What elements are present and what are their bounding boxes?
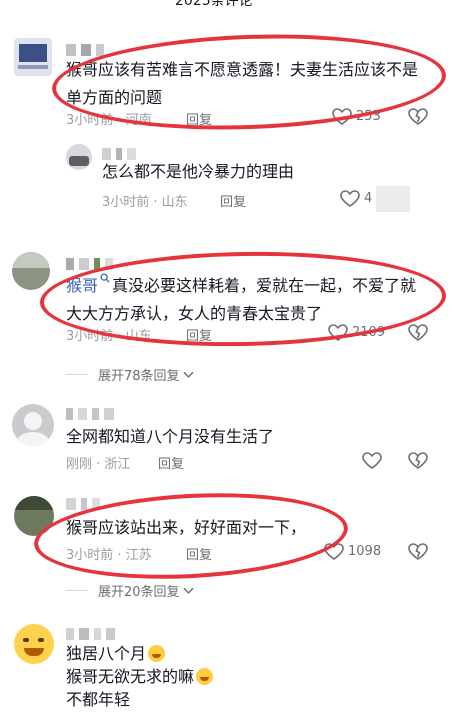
expand-divider: [66, 590, 88, 591]
avatar[interactable]: [12, 252, 50, 290]
comment-line: 独居八个月: [66, 644, 147, 663]
dislike-heart-icon[interactable]: [408, 324, 428, 342]
avatar[interactable]: [66, 144, 92, 170]
chevron-down-icon: [182, 371, 194, 378]
comment-meta: 刚刚 · 浙江: [66, 457, 131, 472]
highlight-ellipse: [50, 28, 448, 136]
header-title-fragment: 2025条评论: [175, 0, 253, 9]
dislike-heart-icon[interactable]: [408, 543, 428, 561]
reply-button[interactable]: 回复: [158, 453, 184, 472]
reply-button[interactable]: 回复: [220, 191, 246, 210]
comment-text: 怎么都不是他冷暴力的理由: [102, 162, 295, 181]
chevron-down-icon: [182, 587, 194, 594]
dislike-heart-icon[interactable]: [408, 452, 428, 470]
like-count: 1098: [348, 544, 382, 559]
expand-replies-button[interactable]: 展开20条回复: [98, 581, 194, 600]
comment-text: 全网都知道八个月没有生活了: [66, 427, 275, 446]
dislike-heart-icon[interactable]: [408, 108, 428, 126]
blurred-region: [376, 186, 410, 212]
expand-divider: [66, 374, 88, 375]
avatar[interactable]: [14, 38, 52, 76]
comment-line: 猴哥无欲无求的嘛: [66, 667, 195, 686]
laughing-emoji-icon: [196, 668, 214, 685]
nickname-blurred[interactable]: [66, 408, 119, 422]
like-count: 4: [364, 191, 373, 206]
expand-replies-button[interactable]: 展开78条回复: [98, 365, 194, 384]
comment-line: 不都年轻: [66, 690, 131, 709]
heart-icon[interactable]: [362, 452, 382, 470]
avatar[interactable]: [12, 404, 54, 446]
avatar[interactable]: [14, 624, 54, 664]
laughing-emoji-icon: [148, 645, 166, 662]
comment-meta: 3小时前 · 山东: [102, 195, 188, 210]
nickname-blurred[interactable]: [66, 628, 120, 642]
heart-icon[interactable]: [340, 190, 360, 208]
comment-text: 独居八个月 猴哥无欲无求的嘛 不都年轻: [66, 642, 426, 711]
